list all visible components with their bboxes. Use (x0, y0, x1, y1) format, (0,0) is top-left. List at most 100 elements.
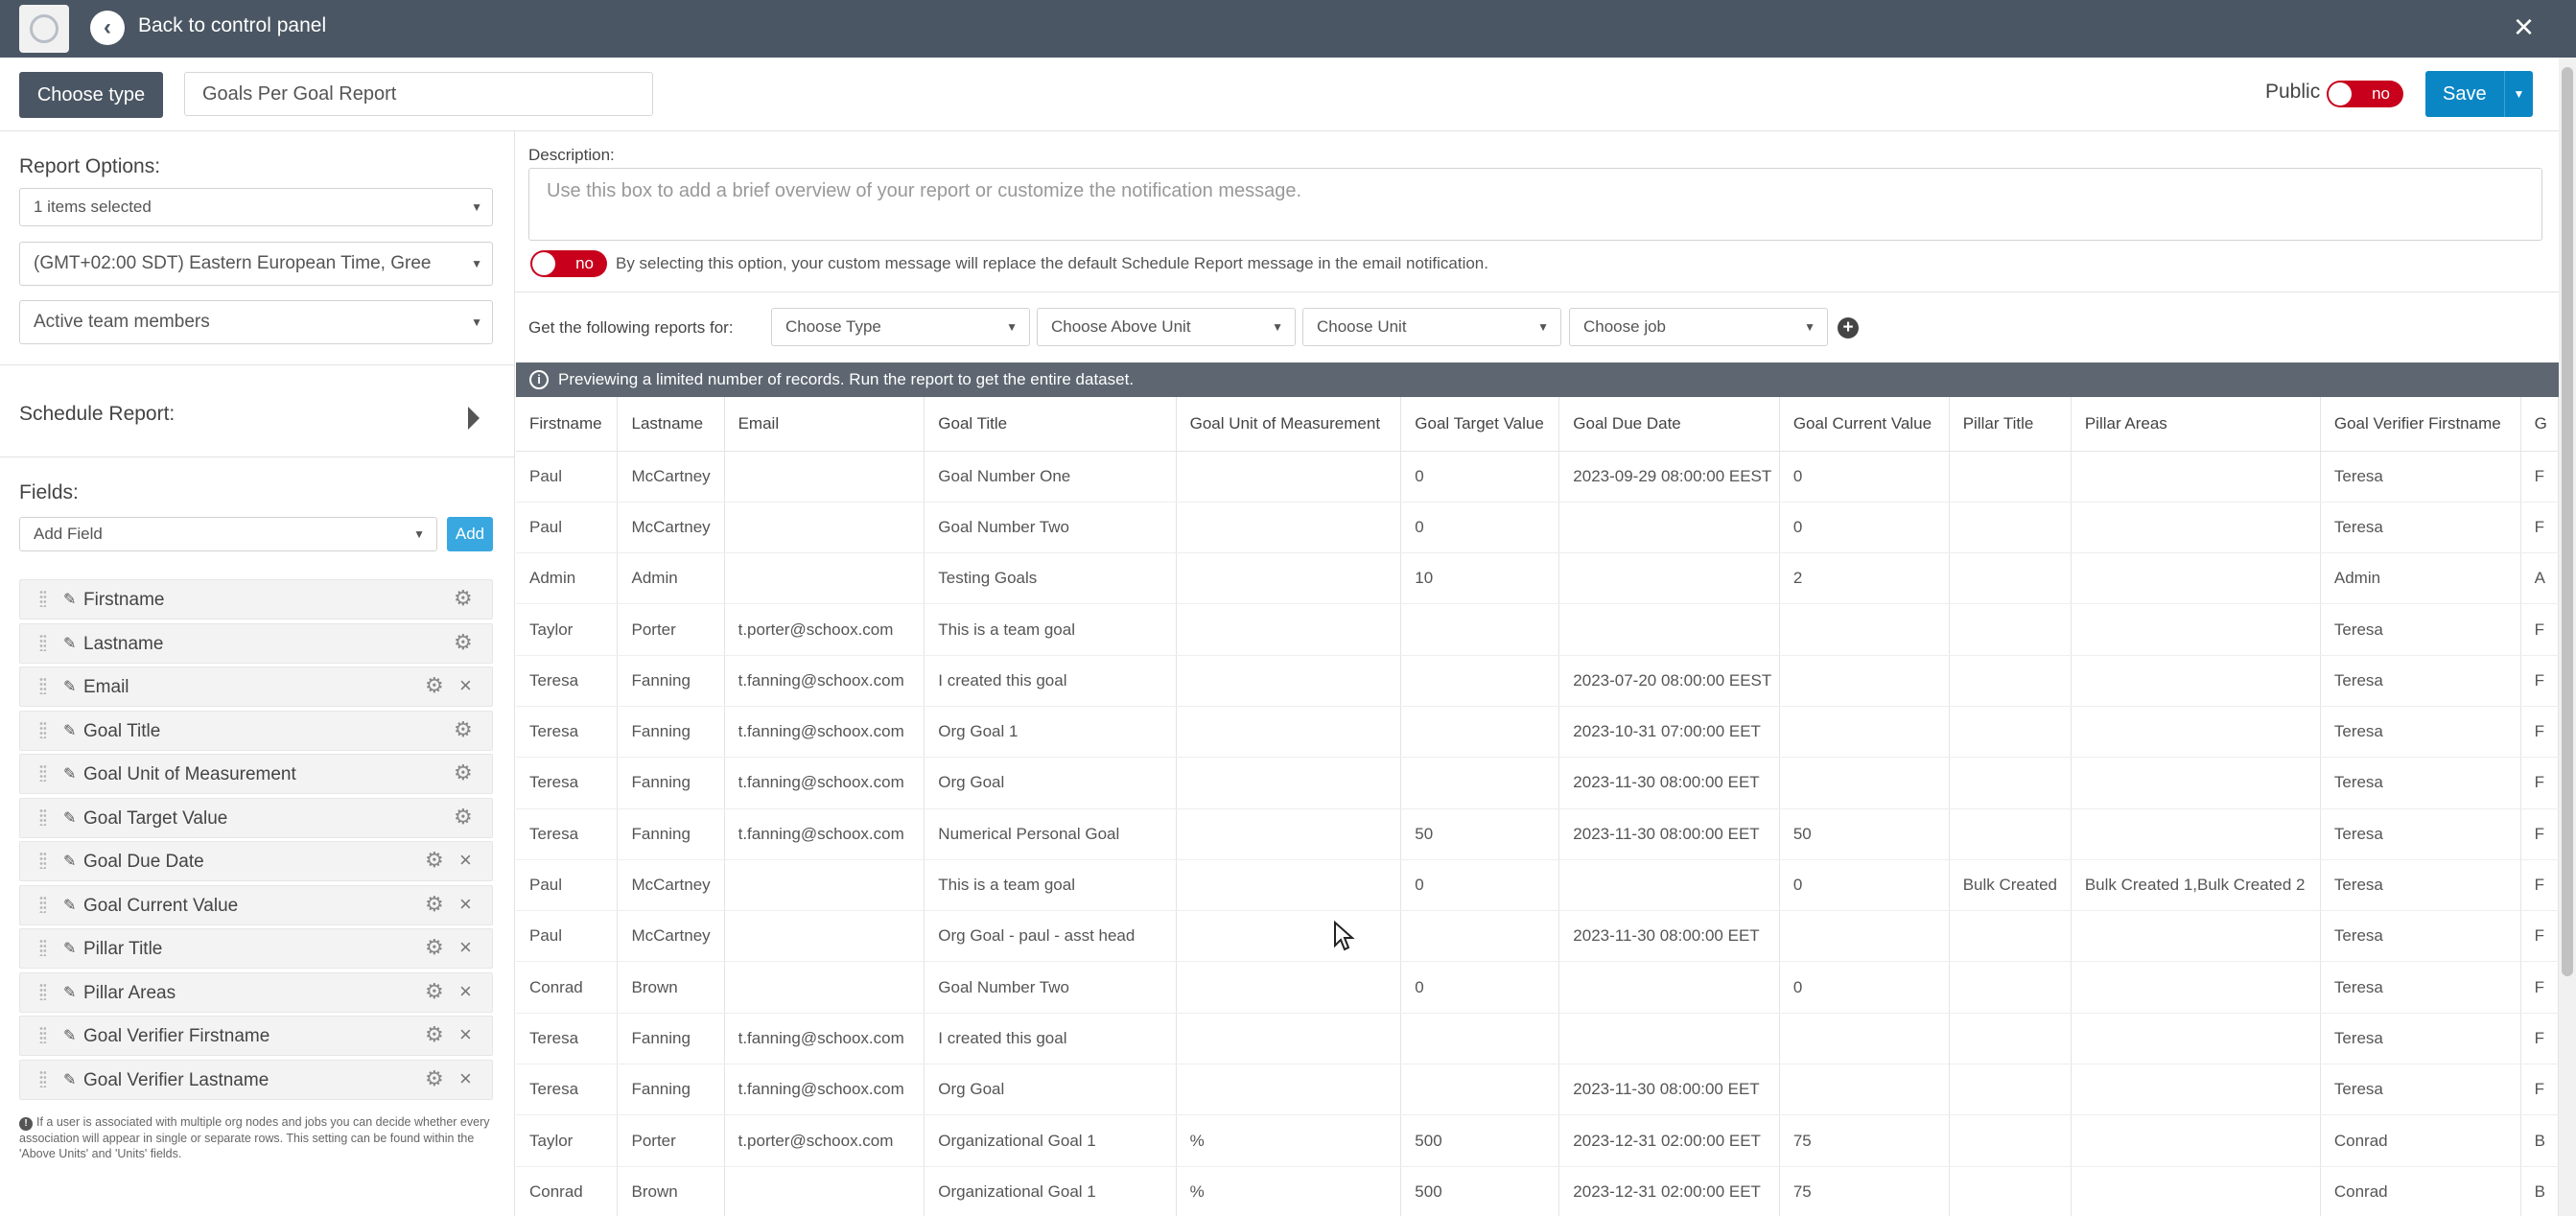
description-textarea[interactable]: Use this box to add a brief overview of … (528, 168, 2542, 241)
gear-icon[interactable]: ⚙ (425, 892, 444, 917)
table-cell: Teresa (516, 1064, 619, 1116)
table-cell (1949, 603, 2072, 656)
choose-type-button[interactable]: Choose type (19, 72, 163, 118)
field-item[interactable]: ✎ Lastname ⚙ (19, 623, 493, 664)
fields-title: Fields: (19, 481, 79, 503)
table-cell: 0 (1779, 961, 1950, 1014)
table-row: Conrad Brown Organizational Goal 1% 500 2023… (516, 1166, 2559, 1216)
gear-icon[interactable]: ⚙ (454, 760, 473, 785)
table-cell: Fanning (617, 706, 725, 759)
table-cell: F (2520, 502, 2559, 554)
table-cell: 2023-12-31 02:00:00 EET (1558, 1114, 1780, 1167)
field-item[interactable]: ✎ Goal Current Value ⚙ × (19, 885, 493, 925)
remove-field-icon[interactable]: × (459, 848, 472, 873)
remove-field-icon[interactable]: × (459, 1022, 472, 1047)
remove-field-icon[interactable]: × (459, 979, 472, 1004)
field-item[interactable]: ✎ Goal Verifier Firstname ⚙ × (19, 1016, 493, 1056)
pencil-icon[interactable]: ✎ (63, 1026, 76, 1045)
gear-icon[interactable]: ⚙ (425, 1022, 444, 1047)
pencil-icon[interactable]: ✎ (63, 677, 76, 696)
gear-icon[interactable]: ⚙ (425, 848, 444, 873)
pencil-icon[interactable]: ✎ (63, 939, 76, 958)
choose-unit-filter[interactable]: Choose Unit ▼ (1302, 308, 1561, 346)
table-cell (1400, 706, 1560, 759)
field-item[interactable]: ✎ Goal Verifier Lastname ⚙ × (19, 1060, 493, 1100)
report-name-input[interactable]: Goals Per Goal Report (184, 72, 653, 116)
custom-message-toggle[interactable]: no (530, 250, 607, 277)
drag-handle-icon[interactable] (39, 721, 46, 738)
drag-handle-icon[interactable] (39, 677, 46, 694)
pencil-icon[interactable]: ✎ (63, 764, 76, 783)
drag-handle-icon[interactable] (39, 983, 46, 1000)
drag-handle-icon[interactable] (39, 764, 46, 782)
gear-icon[interactable]: ⚙ (425, 673, 444, 698)
choose-job-filter[interactable]: Choose job ▼ (1569, 308, 1828, 346)
field-item[interactable]: ✎ Goal Due Date ⚙ × (19, 841, 493, 881)
field-item[interactable]: ✎ Goal Target Value ⚙ (19, 798, 493, 838)
table-cell (1949, 502, 2072, 554)
field-item[interactable]: ✎ Goal Unit of Measurement ⚙ (19, 754, 493, 794)
pencil-icon[interactable]: ✎ (63, 1070, 76, 1089)
field-item[interactable]: ✎ Email ⚙ × (19, 666, 493, 707)
drag-handle-icon[interactable] (39, 808, 46, 826)
team-members-select[interactable]: Active team members ▼ (19, 300, 493, 344)
pencil-icon[interactable]: ✎ (63, 896, 76, 915)
table-cell (1949, 961, 2072, 1014)
pencil-icon[interactable]: ✎ (63, 634, 76, 653)
table-cell: Teresa (2320, 910, 2521, 963)
drag-handle-icon[interactable] (39, 852, 46, 869)
timezone-select[interactable]: (GMT+02:00 SDT) Eastern European Time, G… (19, 242, 493, 286)
gear-icon[interactable]: ⚙ (425, 1066, 444, 1091)
table-cell: Teresa (516, 808, 619, 860)
remove-field-icon[interactable]: × (459, 935, 472, 960)
drag-handle-icon[interactable] (39, 634, 46, 651)
pencil-icon[interactable]: ✎ (63, 983, 76, 1002)
field-name: Goal Unit of Measurement (83, 764, 296, 784)
drag-handle-icon[interactable] (39, 1070, 46, 1087)
public-label: Public (2265, 81, 2321, 103)
scrollbar-thumb[interactable] (2562, 67, 2573, 976)
table-cell: Admin (617, 552, 725, 605)
remove-field-icon[interactable]: × (459, 673, 472, 698)
drag-handle-icon[interactable] (39, 896, 46, 913)
field-item[interactable]: ✎ Pillar Title ⚙ × (19, 928, 493, 969)
add-field-button[interactable]: Add (447, 517, 493, 551)
public-toggle[interactable]: no (2327, 81, 2403, 107)
schedule-report-title[interactable]: Schedule Report: (19, 403, 175, 426)
items-selected-dropdown[interactable]: 1 items selected ▼ (19, 188, 493, 226)
drag-handle-icon[interactable] (39, 939, 46, 956)
gear-icon[interactable]: ⚙ (454, 805, 473, 830)
pencil-icon[interactable]: ✎ (63, 590, 76, 609)
drag-handle-icon[interactable] (39, 1026, 46, 1043)
gear-icon[interactable]: ⚙ (454, 630, 473, 655)
table-cell: 2 (1779, 552, 1950, 605)
back-to-control-panel-link[interactable]: Back to control panel (138, 14, 326, 37)
remove-field-icon[interactable]: × (459, 892, 472, 917)
add-field-dropdown[interactable]: Add Field ▼ (19, 517, 437, 551)
field-item[interactable]: ✎ Firstname ⚙ (19, 579, 493, 620)
field-item[interactable]: ✎ Pillar Areas ⚙ × (19, 972, 493, 1013)
table-cell: McCartney (617, 910, 725, 963)
pencil-icon[interactable]: ✎ (63, 852, 76, 871)
expand-arrow-icon[interactable] (468, 407, 480, 430)
drag-handle-icon[interactable] (39, 590, 46, 607)
table-cell (2071, 910, 2321, 963)
gear-icon[interactable]: ⚙ (425, 935, 444, 960)
back-icon[interactable]: ‹ (90, 11, 125, 45)
gear-icon[interactable]: ⚙ (425, 979, 444, 1004)
pencil-icon[interactable]: ✎ (63, 808, 76, 828)
save-options-caret-icon[interactable]: ▼ (2504, 71, 2533, 117)
remove-field-icon[interactable]: × (459, 1066, 472, 1091)
close-icon[interactable]: × (2514, 8, 2534, 46)
table-cell: Paul (516, 502, 619, 554)
table-cell: Porter (617, 603, 725, 656)
choose-above-unit-filter[interactable]: Choose Above Unit ▼ (1037, 308, 1296, 346)
gear-icon[interactable]: ⚙ (454, 717, 473, 742)
choose-type-filter[interactable]: Choose Type ▼ (771, 308, 1030, 346)
table-cell: Paul (516, 451, 619, 503)
pencil-icon[interactable]: ✎ (63, 721, 76, 740)
custom-message-text: By selecting this option, your custom me… (616, 254, 1488, 272)
gear-icon[interactable]: ⚙ (454, 586, 473, 611)
field-item[interactable]: ✎ Goal Title ⚙ (19, 711, 493, 751)
plus-circle-icon[interactable]: + (1838, 317, 1859, 339)
